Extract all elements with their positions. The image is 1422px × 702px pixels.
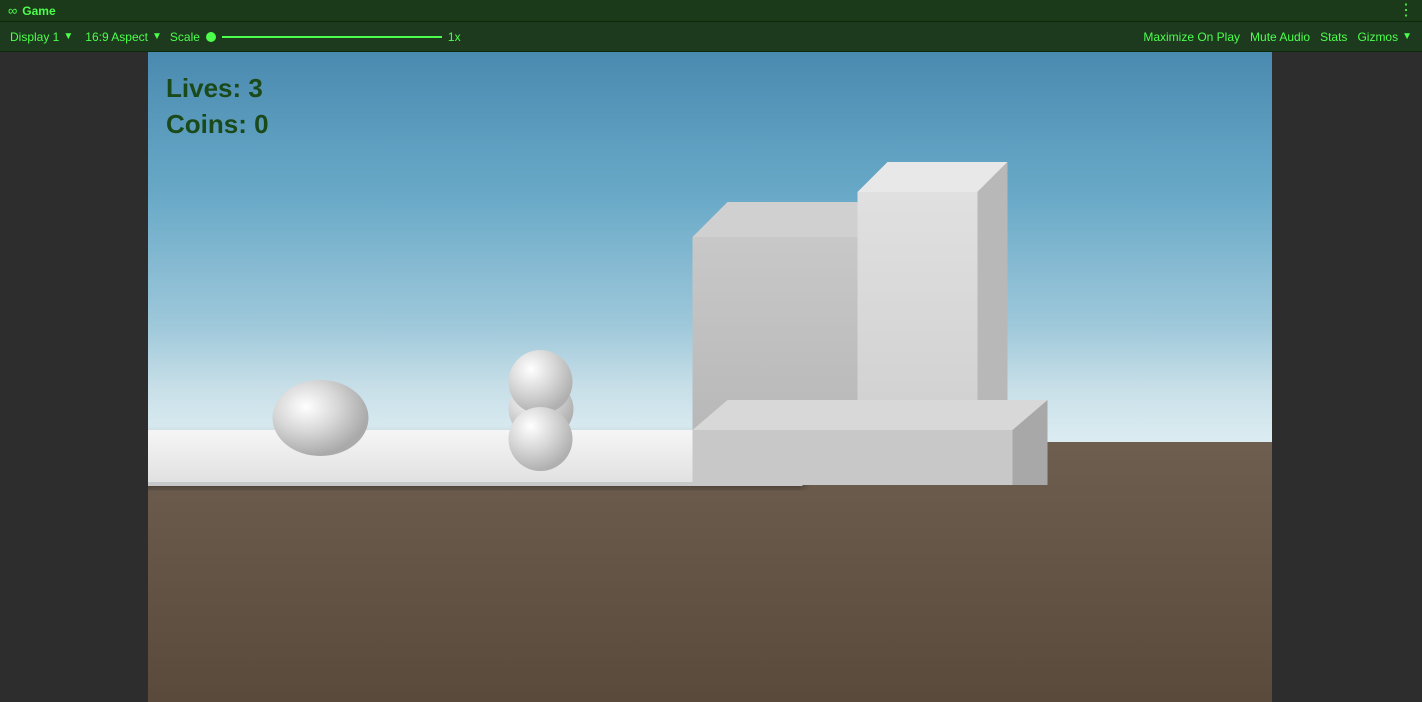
aspect-dropdown[interactable]: 16:9 Aspect ▼ (81, 28, 166, 46)
aspect-label: 16:9 Aspect (85, 30, 148, 44)
stats-button[interactable]: Stats (1316, 28, 1351, 46)
display-label: Display 1 (10, 30, 59, 44)
window-title: Game (22, 4, 55, 18)
gizmos-label: Gizmos (1357, 30, 1398, 44)
toolbar: Display 1 ▼ 16:9 Aspect ▼ Scale 1x Maxim… (0, 22, 1422, 52)
aspect-arrow: ▼ (152, 31, 162, 42)
game-scene (148, 52, 1272, 702)
lives-display: Lives: 3 (166, 70, 269, 106)
gizmos-dropdown[interactable]: Gizmos ▼ (1353, 28, 1416, 46)
display-arrow: ▼ (63, 31, 73, 42)
hud: Lives: 3 Coins: 0 (166, 70, 269, 143)
display-dropdown[interactable]: Display 1 ▼ (6, 28, 77, 46)
scale-label: Scale (170, 30, 200, 44)
title-bar: ∞ Game ⋮ (0, 0, 1422, 22)
game-icon: ∞ (8, 3, 17, 18)
mute-audio-label: Mute Audio (1250, 30, 1310, 44)
left-panel (0, 52, 148, 702)
scale-value: 1x (448, 30, 461, 44)
right-panel (1272, 52, 1422, 702)
mute-audio-button[interactable]: Mute Audio (1246, 28, 1314, 46)
game-viewport: Lives: 3 Coins: 0 (148, 52, 1272, 702)
main-content: Lives: 3 Coins: 0 (0, 52, 1422, 702)
maximize-on-play-label: Maximize On Play (1143, 30, 1240, 44)
scale-line[interactable] (222, 36, 442, 38)
gizmos-arrow: ▼ (1402, 31, 1412, 42)
scale-slider-container: Scale 1x (170, 30, 651, 44)
toolbar-right: Maximize On Play Mute Audio Stats Gizmos… (1139, 28, 1416, 46)
coins-display: Coins: 0 (166, 106, 269, 142)
more-options-icon[interactable]: ⋮ (1398, 3, 1414, 19)
scale-dot[interactable] (206, 32, 216, 42)
maximize-on-play-button[interactable]: Maximize On Play (1139, 28, 1244, 46)
stats-label: Stats (1320, 30, 1347, 44)
